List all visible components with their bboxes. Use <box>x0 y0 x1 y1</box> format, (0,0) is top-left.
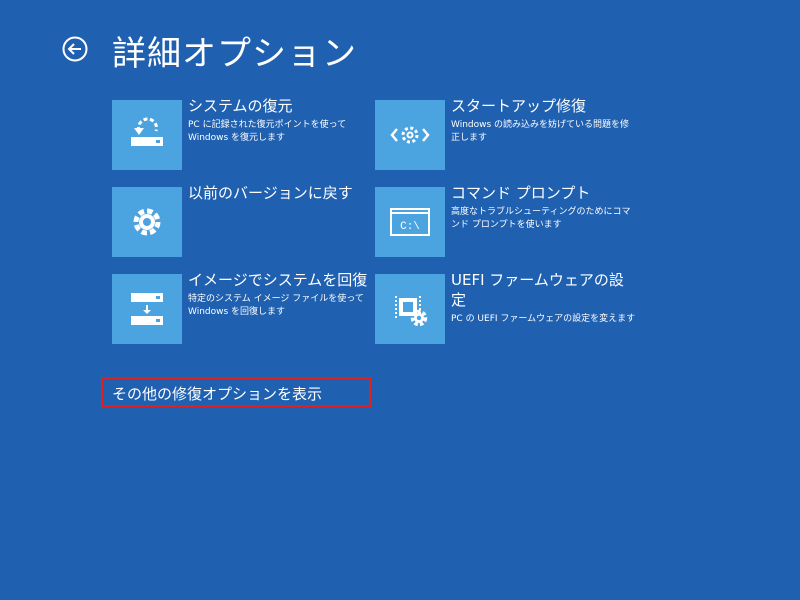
command-prompt-icon: C:\ <box>390 208 430 236</box>
option-title: コマンド プロンプト <box>451 184 591 202</box>
option-system-restore[interactable]: システムの復元 PC に記録された復元ポイントを使って Windows を復元し… <box>112 97 372 172</box>
option-startup-repair[interactable]: スタートアップ修復 Windows の読み込みを妨げている問題を修正します <box>375 97 635 172</box>
command-prompt-icon-text: C:\ <box>400 221 420 233</box>
option-title: スタートアップ修復 <box>451 97 587 115</box>
option-previous-version[interactable]: 以前のバージョンに戻す <box>112 184 372 259</box>
option-command-prompt[interactable]: C:\ コマンド プロンプト 高度なトラブルシューティングのためにコマンド プロ… <box>375 184 635 259</box>
option-tile <box>375 274 445 344</box>
option-description: 高度なトラブルシューティングのためにコマンド プロンプトを使います <box>451 207 631 230</box>
option-tile <box>112 274 182 344</box>
system-image-recovery-icon <box>131 293 163 325</box>
more-repair-options-label: その他の修復オプションを表示 <box>112 385 323 403</box>
option-tile <box>112 187 182 257</box>
option-tile <box>112 100 182 170</box>
option-description: 特定のシステム イメージ ファイルを使って Windows を回復します <box>188 294 364 317</box>
system-restore-icon <box>131 117 163 146</box>
back-button[interactable] <box>61 35 89 63</box>
option-tile <box>375 100 445 170</box>
option-description: PC に記録された復元ポイントを使って Windows を復元します <box>188 120 347 143</box>
option-title: UEFI ファームウェアの設定 <box>451 271 624 309</box>
uefi-firmware-icon <box>395 296 428 327</box>
startup-repair-icon <box>390 126 430 144</box>
option-description: Windows の読み込みを妨げている問題を修正します <box>451 120 630 143</box>
option-tile: C:\ <box>375 187 445 257</box>
more-repair-options-link[interactable]: その他の修復オプションを表示 <box>101 377 371 407</box>
option-system-image-recovery[interactable]: イメージでシステムを回復 特定のシステム イメージ ファイルを使って Windo… <box>112 271 372 346</box>
option-title: システムの復元 <box>188 97 293 115</box>
option-description: PC の UEFI ファームウェアの設定を変えます <box>451 314 636 324</box>
back-arrow-icon <box>62 36 88 62</box>
page-title: 詳細オプション <box>112 34 357 74</box>
advanced-options-screen: 詳細オプション システムの復元 PC に記録された復元ポイントを使って Wind… <box>0 0 800 600</box>
gear-icon <box>133 208 161 236</box>
option-title: イメージでシステムを回復 <box>188 271 368 289</box>
option-title: 以前のバージョンに戻す <box>188 184 353 202</box>
option-uefi-firmware[interactable]: UEFI ファームウェアの設定 PC の UEFI ファームウェアの設定を変えま… <box>375 271 636 346</box>
